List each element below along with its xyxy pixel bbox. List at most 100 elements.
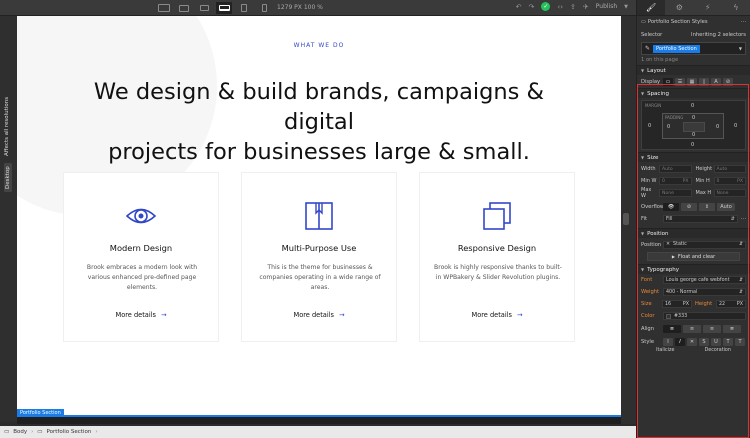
color-swatch[interactable]: [666, 313, 671, 319]
section-typography[interactable]: ▼ Typography: [637, 264, 750, 274]
height-label: Height: [695, 166, 713, 172]
resize-handle[interactable]: [623, 213, 629, 225]
padding-top-value[interactable]: 0: [692, 115, 695, 121]
line-height-input[interactable]: 22 PX: [716, 300, 746, 308]
padding-right-value[interactable]: 0: [716, 124, 719, 130]
section-layout[interactable]: ▼ Layout: [637, 65, 750, 75]
display-grid-icon[interactable]: ▦: [687, 77, 697, 86]
selector-edit-icon[interactable]: ✎: [645, 45, 650, 52]
size-unit[interactable]: PX: [683, 302, 689, 307]
overflow-auto-button[interactable]: Auto: [717, 202, 735, 211]
undo-icon[interactable]: ↶: [516, 3, 522, 11]
decoration-none-icon[interactable]: ✕: [687, 337, 697, 346]
min-width-input[interactable]: 0 PX: [659, 177, 692, 185]
more-details-link[interactable]: More details →: [242, 311, 396, 319]
more-details-link[interactable]: More details →: [64, 311, 218, 319]
width-input[interactable]: Auto: [659, 165, 692, 173]
status-ok-icon[interactable]: ✓: [541, 2, 551, 11]
style-italic-icon[interactable]: 𝐼: [675, 337, 685, 346]
align-center-icon[interactable]: ≡: [683, 324, 701, 333]
weight-select[interactable]: 400 - Normal ⇵: [663, 288, 746, 296]
margin-left-value[interactable]: 0: [648, 123, 651, 129]
breadcrumb-item-section[interactable]: Portfolio Section: [47, 429, 92, 435]
device-base-icon[interactable]: [216, 2, 232, 14]
overflow-options: 👁 ⊘ ⇕ Auto: [663, 202, 735, 211]
padding-bottom-value[interactable]: 0: [692, 132, 695, 138]
decoration-t-icon[interactable]: T: [735, 337, 745, 346]
min-height-input[interactable]: 0 PX: [713, 177, 746, 185]
display-inline-block-icon[interactable]: ▯: [699, 77, 709, 86]
align-justify-icon[interactable]: ≣: [723, 324, 741, 333]
display-none-icon[interactable]: ⊘: [723, 77, 733, 86]
book-icon: [305, 202, 333, 230]
tab-style-brush-icon[interactable]: 🖌: [637, 0, 666, 15]
chevron-down-icon[interactable]: ▼: [624, 4, 628, 10]
align-left-icon[interactable]: ≡: [663, 324, 681, 333]
feature-card[interactable]: Multi-Purpose Use This is the theme for …: [241, 172, 397, 342]
chevron-down-icon[interactable]: ▼: [739, 46, 742, 51]
size-grid: Width Auto Height Auto Min W 0 PX Min H 0 PX M…: [637, 164, 750, 199]
overflow-row: Overflow 👁 ⊘ ⇕ Auto: [637, 200, 750, 213]
device-desktop-icon[interactable]: [176, 2, 192, 14]
margin-top-value[interactable]: 0: [691, 103, 694, 109]
content-box: [683, 122, 705, 132]
position-select[interactable]: ✕ Static ⇵: [663, 240, 746, 249]
publish-button[interactable]: Publish: [596, 3, 617, 10]
section-size[interactable]: ▼ Size: [637, 152, 750, 162]
inheriting-text[interactable]: Inheriting 2 selectors: [691, 32, 746, 38]
color-input[interactable]: #333: [663, 312, 746, 320]
overflow-visible-eye-icon[interactable]: 👁: [663, 202, 679, 211]
padding-left-value[interactable]: 0: [667, 124, 670, 130]
export-icon[interactable]: ⇪: [570, 3, 576, 11]
margin-bottom-value[interactable]: 0: [691, 142, 694, 148]
more-icon[interactable]: ⋯: [741, 216, 746, 222]
breadcrumb-separator: ›: [31, 429, 34, 435]
display-flex-icon[interactable]: ☰: [675, 77, 685, 86]
tab-settings-gear-icon[interactable]: ⚙: [665, 0, 693, 15]
size-input[interactable]: 16 PX: [662, 300, 692, 308]
padding-box[interactable]: PADDING 0 0 0 0: [662, 113, 724, 139]
more-icon[interactable]: ⋯: [741, 19, 746, 25]
feature-card[interactable]: Modern Design Brook embraces a modern lo…: [63, 172, 219, 342]
fit-select[interactable]: Fill ⇵: [663, 215, 738, 223]
share-icon[interactable]: ✈: [583, 3, 589, 11]
overflow-hidden-icon[interactable]: ⊘: [681, 202, 697, 211]
more-details-link[interactable]: More details →: [420, 311, 574, 319]
selector-input[interactable]: ✎ Portfolio Section ▼: [641, 42, 746, 55]
feature-card[interactable]: Responsive Design Brook is highly respon…: [419, 172, 575, 342]
tab-interactions-icon[interactable]: ⚡: [694, 0, 722, 15]
line-height-unit[interactable]: PX: [737, 302, 743, 307]
margin-right-value[interactable]: 0: [734, 123, 737, 129]
float-and-clear-toggle[interactable]: ▶ Float and clear: [647, 252, 740, 261]
max-height-input[interactable]: None: [713, 189, 746, 197]
decoration-overline-icon[interactable]: T: [723, 337, 733, 346]
font-select[interactable]: Louis george cafe webfont ⇵: [663, 276, 746, 284]
tab-bolt-icon[interactable]: ϟ: [722, 0, 750, 15]
redo-icon[interactable]: ↷: [529, 3, 535, 11]
section-spacing[interactable]: ▼ Spacing: [637, 88, 750, 98]
section-position[interactable]: ▼ Position: [637, 228, 750, 238]
desktop-tag[interactable]: Desktop: [4, 163, 12, 192]
device-laptop-icon[interactable]: [196, 2, 212, 14]
breadcrumb-item-body[interactable]: Body: [13, 429, 27, 435]
device-mobile-icon[interactable]: [256, 2, 272, 14]
decoration-strike-icon[interactable]: S: [699, 337, 709, 346]
spacing-box[interactable]: MARGIN 0 0 0 0 PADDING 0 0 0 0: [641, 100, 746, 150]
height-input[interactable]: Auto: [713, 165, 746, 173]
max-width-input[interactable]: None: [659, 189, 692, 197]
min-width-unit[interactable]: PX: [683, 179, 689, 184]
device-tablet-icon[interactable]: [236, 2, 252, 14]
code-icon[interactable]: ‹›: [557, 3, 563, 11]
page-canvas[interactable]: WHAT WE DO We design & build brands, cam…: [17, 16, 621, 417]
display-block-icon[interactable]: ▭: [663, 77, 673, 86]
decoration-underline-icon[interactable]: U: [711, 337, 721, 346]
selector-chip[interactable]: Portfolio Section: [653, 44, 700, 53]
overflow-scroll-icon[interactable]: ⇕: [699, 202, 715, 211]
display-inline-icon[interactable]: A: [711, 77, 721, 86]
size-value: 16: [665, 301, 672, 307]
style-normal-icon[interactable]: I: [663, 337, 673, 346]
device-desktop-large-icon[interactable]: [156, 2, 172, 14]
section-title: Layout: [647, 67, 666, 74]
align-right-icon[interactable]: ≡: [703, 324, 721, 333]
min-height-unit[interactable]: PX: [737, 179, 743, 184]
